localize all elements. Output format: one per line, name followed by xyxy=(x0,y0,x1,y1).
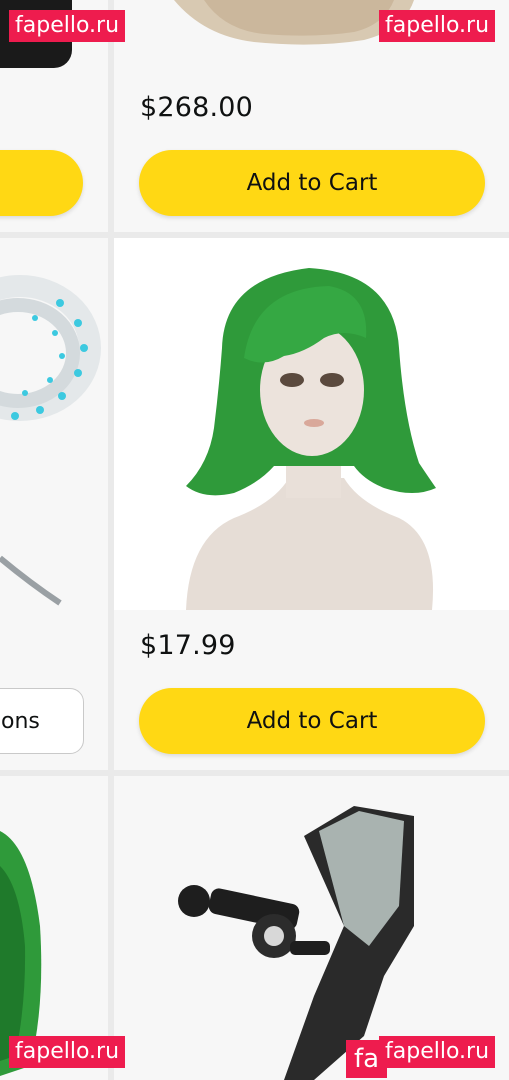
see-options-label: ons xyxy=(1,708,40,734)
product-price: $17.99 xyxy=(140,630,236,661)
green-wig-icon[interactable] xyxy=(0,776,108,1080)
add-to-cart-button[interactable]: Add to Cart xyxy=(139,688,485,754)
add-to-cart-button[interactable]: Add to Cart xyxy=(139,150,485,216)
product-card-row3-left[interactable] xyxy=(0,776,108,1080)
product-card-row2-right[interactable]: $17.99 Add to Cart xyxy=(114,238,509,770)
see-options-button-partial[interactable]: ons xyxy=(0,688,84,754)
watermark-bottom-right: fapello.ru xyxy=(379,1036,496,1068)
led-strip-light-icon[interactable] xyxy=(0,238,108,618)
camera-mount-icon[interactable] xyxy=(114,776,509,1080)
watermark-bottom-left: fapello.ru xyxy=(9,1036,126,1068)
green-wig-mannequin-icon[interactable] xyxy=(114,238,509,610)
watermark-top-right: fapello.ru xyxy=(379,10,496,42)
product-card-row2-left[interactable]: ons xyxy=(0,238,108,770)
product-price: $268.00 xyxy=(140,92,254,123)
watermark-top-left: fapello.ru xyxy=(9,10,126,42)
add-to-cart-button-partial[interactable] xyxy=(0,150,83,216)
product-card-row3-right[interactable] xyxy=(114,776,509,1080)
